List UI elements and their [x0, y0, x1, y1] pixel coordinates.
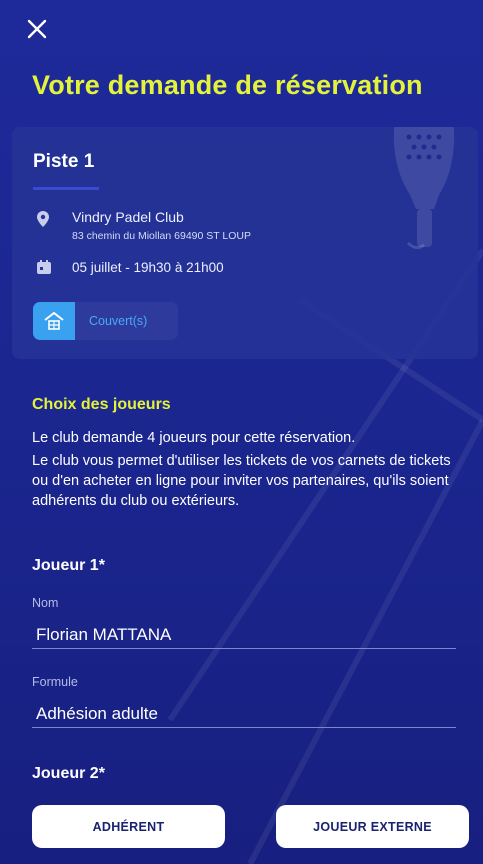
- players-tickets-info-text: Le club vous permet d'utiliser les ticke…: [32, 453, 451, 509]
- players-section-title: Choix des joueurs: [32, 396, 171, 413]
- player-1-name-underline: [32, 648, 456, 649]
- club-name: Vindry Padel Club: [72, 209, 184, 225]
- player-1-formula-label: Formule: [32, 675, 78, 689]
- page-title: Votre demande de réservation: [32, 70, 423, 100]
- player-2-heading: Joueur 2*: [32, 765, 105, 782]
- calendar-icon: [37, 260, 51, 274]
- external-player-button[interactable]: JOUEUR EXTERNE: [276, 805, 469, 848]
- reservation-slot: 05 juillet - 19h30 à 21h00: [72, 260, 224, 275]
- covered-label: Couvert(s): [89, 314, 148, 328]
- court-name: Piste 1: [33, 151, 95, 172]
- location-pin-icon: [37, 211, 49, 227]
- close-button[interactable]: [22, 14, 52, 44]
- player-1-name-field[interactable]: [36, 625, 456, 645]
- player-1-formula-underline: [32, 727, 456, 728]
- covered-court-icon: [33, 302, 75, 340]
- club-address: 83 chemin du Miollan 69490 ST LOUP: [72, 230, 251, 242]
- padel-racket-icon: [393, 127, 455, 250]
- court-card: Piste 1 Vindry Padel Club 83 chemin du M…: [12, 127, 478, 359]
- court-name-underline: [33, 187, 99, 190]
- player-1-formula-field[interactable]: [36, 704, 456, 724]
- player-1-heading: Joueur 1*: [32, 557, 105, 574]
- member-button[interactable]: ADHÉRENT: [32, 805, 225, 848]
- player-1-name-label: Nom: [32, 596, 59, 610]
- players-requirement-text: Le club demande 4 joueurs pour cette rés…: [32, 430, 356, 446]
- close-icon: [27, 19, 47, 39]
- covered-badge: Couvert(s): [33, 302, 178, 340]
